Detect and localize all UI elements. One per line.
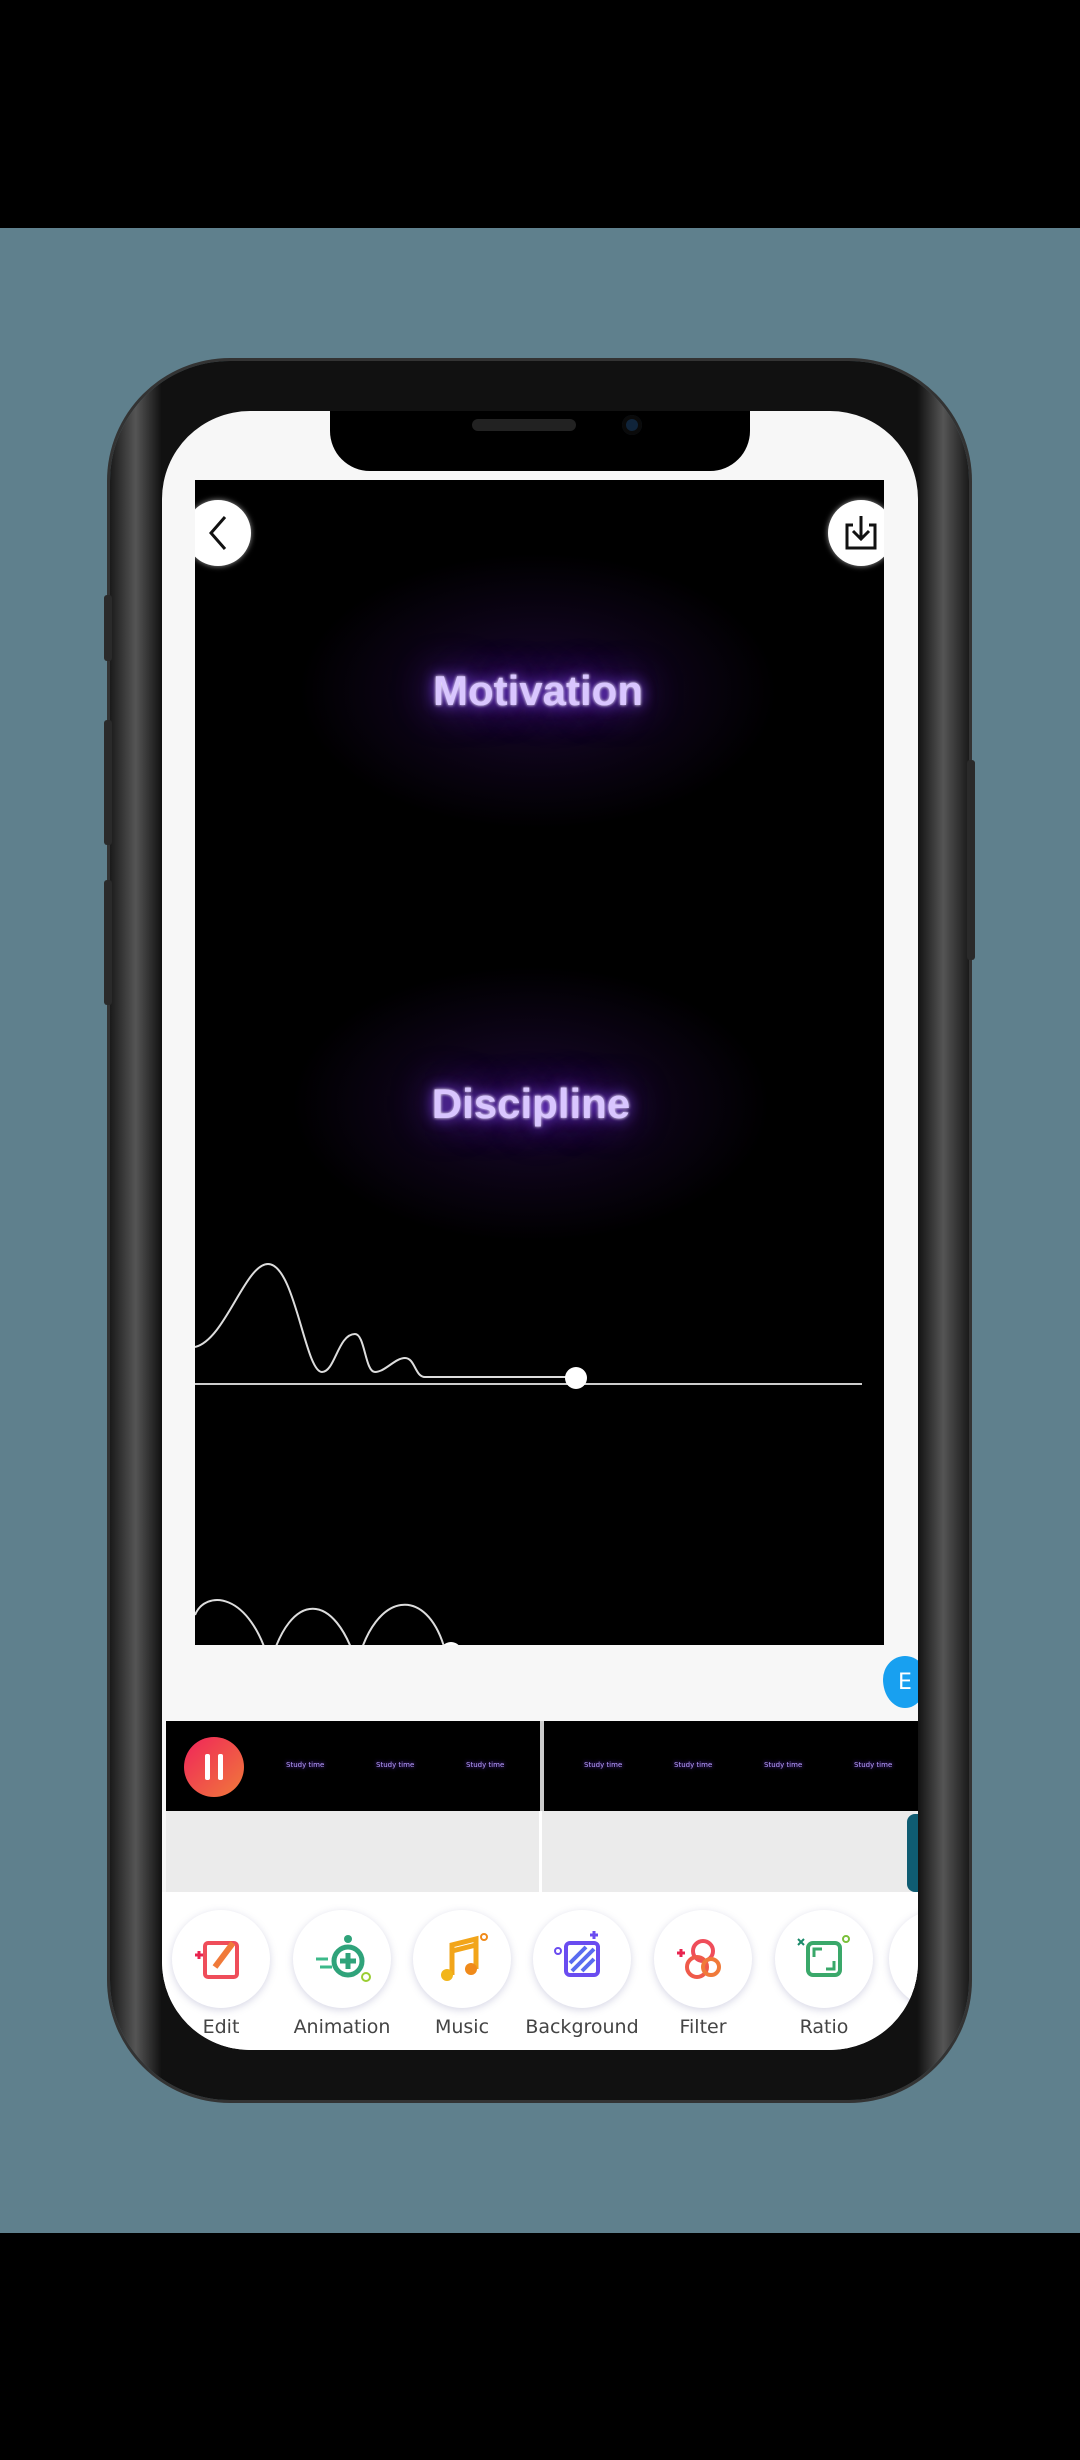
volume-up-button [104, 720, 112, 845]
track-handle[interactable] [907, 1814, 918, 1892]
bottom-toolbar: Edit Animation Music Background Filter R… [162, 1892, 918, 2050]
thumb-text: Study time [286, 1761, 325, 1769]
thumb-text: Study time [674, 1761, 713, 1769]
tool-filter[interactable]: Filter [643, 1910, 763, 2038]
pause-button[interactable] [184, 1737, 244, 1797]
mute-switch [104, 595, 112, 661]
edit-pencil-icon [195, 1941, 239, 1979]
bounce-arcs [195, 1599, 445, 1645]
speaker [472, 419, 576, 431]
ratio-frame-icon [797, 1935, 850, 1977]
tool-background[interactable]: Background [522, 1910, 642, 2038]
notch [330, 411, 750, 471]
filter-circles-icon [677, 1939, 721, 1979]
thumb-text: Study time [764, 1761, 803, 1769]
bottom-bar-area [0, 2233, 1080, 2460]
tool-more[interactable] [878, 1910, 918, 2008]
tool-ratio[interactable]: Ratio [764, 1910, 884, 2038]
timeline-clip-2[interactable]: Study time Study time Study time Study t… [544, 1721, 918, 1811]
thumb-text: Study time [466, 1761, 505, 1769]
timeline-clip-1[interactable]: Study time Study time Study time [166, 1721, 544, 1811]
tool-music[interactable]: Music [402, 1910, 522, 2038]
playhead[interactable] [539, 1811, 542, 1892]
music-note-icon [441, 1933, 488, 1981]
ball-motivation [565, 1367, 587, 1389]
camera [622, 415, 642, 435]
tool-animation[interactable]: Animation [282, 1910, 402, 2038]
tool-edit[interactable]: Edit [162, 1910, 281, 2038]
balloon-marker[interactable]: E [883, 1656, 918, 1708]
power-button [967, 760, 975, 960]
background-pattern-icon [554, 1931, 600, 1977]
volume-down-button [104, 880, 112, 1005]
animation-graphics [195, 1262, 862, 1645]
thumb-text: Study time [854, 1761, 893, 1769]
decay-wave [195, 1262, 576, 1378]
video-preview[interactable]: Motivation Discipline [195, 480, 884, 1645]
thumb-text: Study time [584, 1761, 623, 1769]
status-bar-area [0, 0, 1080, 228]
timeline-strip[interactable]: Study time Study time Study time Study t… [166, 1721, 918, 1811]
chevron-left-icon [209, 516, 227, 550]
pause-icon [205, 1754, 210, 1780]
app-screen: Motivation Discipline E Study time Study… [162, 411, 918, 2050]
animation-plus-icon [316, 1935, 371, 1982]
download-icon [845, 516, 877, 550]
audio-track[interactable] [166, 1811, 918, 1892]
thumb-text: Study time [376, 1761, 415, 1769]
